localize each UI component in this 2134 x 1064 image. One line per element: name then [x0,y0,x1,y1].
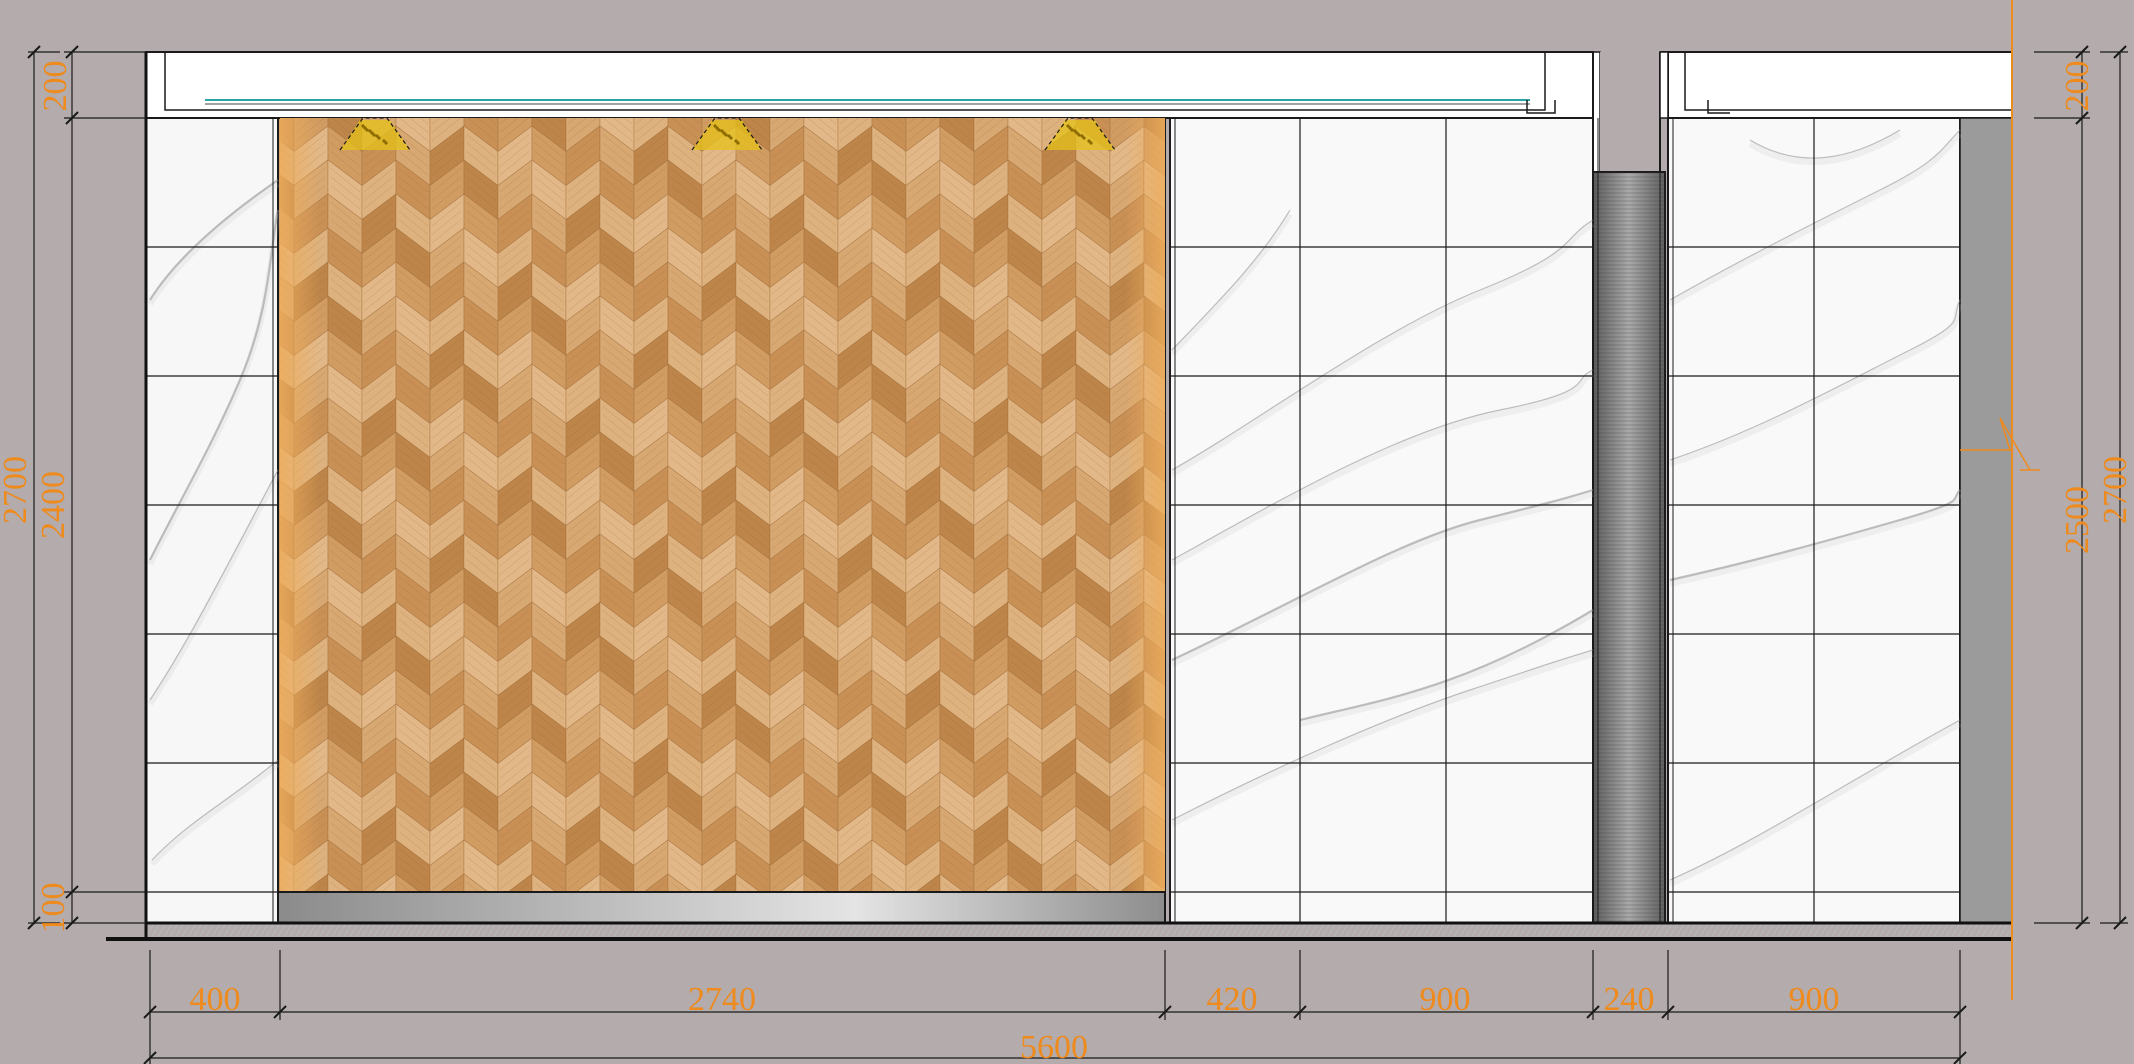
elevation-svg: 400 2740 420 900 240 900 5600 200 2400 1… [0,0,2134,1064]
elevation-drawing: 400 2740 420 900 240 900 5600 200 2400 1… [0,0,2134,1064]
left-dimensions: 200 2400 100 2700 [0,61,74,934]
dim-right-overall: 2700 [2097,456,2134,524]
marble-panel-center [1169,117,1594,924]
dim-bottom-5: 240 [1604,981,1655,1018]
dim-bottom-2: 2740 [688,981,756,1018]
dim-left-overall: 2700 [0,456,34,524]
bottom-dimensions: 400 2740 420 900 240 900 5600 [190,981,1840,1064]
dim-bottom-4: 900 [1420,981,1471,1018]
dim-bottom-6: 900 [1789,981,1840,1018]
side-wall-section [1959,117,2013,924]
dim-bottom-total: 5600 [1020,1029,1088,1064]
dim-right-wall: 2500 [2059,486,2096,554]
dim-left-base: 100 [35,883,72,934]
right-dimensions: 200 2500 2700 [2059,61,2134,555]
dim-bottom-3: 420 [1207,981,1258,1018]
wall-panels [145,117,2013,924]
dim-right-ceiling: 200 [2059,61,2096,112]
steel-base-strip [277,891,1166,924]
dim-left-wall: 2400 [35,471,72,539]
wood-chevron-pattern [280,118,1165,892]
marble-panel-left [145,117,279,924]
dim-left-ceiling: 200 [37,61,74,112]
dim-bottom-1: 400 [190,981,241,1018]
